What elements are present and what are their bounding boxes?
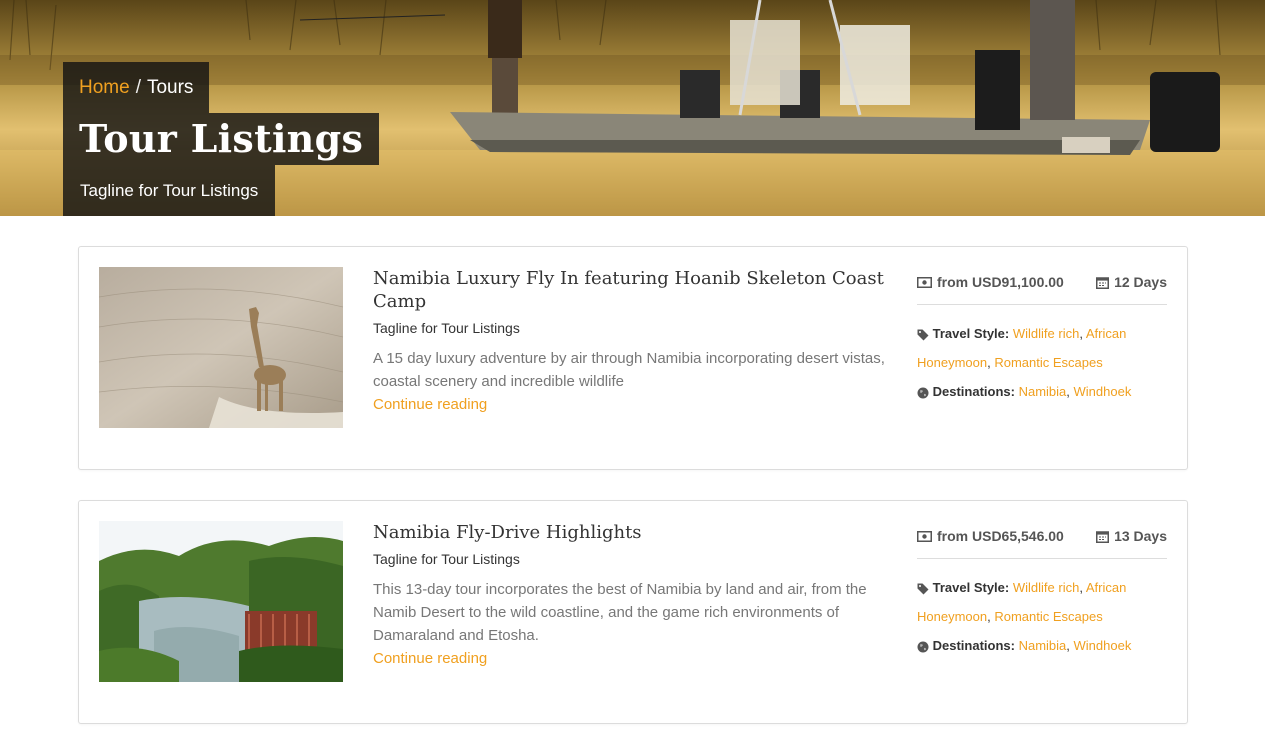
breadcrumb-home-link[interactable]: Home [79,77,130,99]
tour-thumbnail[interactable] [99,267,343,428]
continue-reading-link[interactable]: Continue reading [373,393,487,416]
travel-style-link[interactable]: Wildlife rich [1013,326,1079,341]
meta-divider [917,558,1167,559]
continue-reading-link[interactable]: Continue reading [373,647,487,670]
tour-price-text: from USD65,546.00 [937,528,1064,544]
tour-thumbnail[interactable] [99,521,343,682]
page-title: Tour Listings [63,113,380,165]
tour-excerpt: This 13-day tour incorporates the best o… [373,581,867,644]
tour-card: Namibia Luxury Fly In featuring Hoanib S… [78,246,1188,470]
destination-link[interactable]: Windhoek [1074,638,1132,653]
tour-duration: 12 Days [1096,274,1167,290]
tour-duration-text: 12 Days [1114,274,1167,290]
tour-price-text: from USD91,100.00 [937,274,1064,290]
tour-tagline: Tagline for Tour Listings [373,320,520,336]
destination-link[interactable]: Namibia [1019,638,1067,653]
destinations-row: Destinations: Namibia, Windhoek [917,377,1167,406]
travel-style-link[interactable]: Romantic Escapes [994,609,1102,624]
destinations-row: Destinations: Namibia, Windhoek [917,631,1167,660]
tour-price: from USD91,100.00 [917,274,1064,290]
breadcrumb: Home / Tours [63,62,210,113]
river-vegetation-photo [99,521,343,682]
tour-duration: 13 Days [1096,528,1167,544]
destination-link[interactable]: Namibia [1019,384,1067,399]
tour-price: from USD65,546.00 [917,528,1064,544]
tour-duration-text: 13 Days [1114,528,1167,544]
globe-icon [917,641,929,653]
tour-title-link[interactable]: Namibia Luxury Fly In featuring Hoanib S… [373,267,891,313]
travel-style-link[interactable]: Romantic Escapes [994,355,1102,370]
travel-style-row: Travel Style: Wildlife rich, African Hon… [917,326,1127,370]
travel-style-link[interactable]: Wildlife rich [1013,580,1079,595]
tag-icon [917,329,929,341]
travel-style-label: Travel Style: [932,580,1010,595]
destination-link[interactable]: Windhoek [1074,384,1132,399]
tour-card: Namibia Fly-Drive Highlights Tagline for… [78,500,1188,724]
tour-tagline: Tagline for Tour Listings [373,551,520,567]
tag-icon [917,583,929,595]
destinations-label: Destinations: [932,384,1015,399]
giraffe-desert-photo [99,267,343,428]
tour-listings: Namibia Luxury Fly In featuring Hoanib S… [78,246,1188,754]
breadcrumb-separator: / [135,76,141,98]
tour-excerpt: A 15 day luxury adventure by air through… [373,350,885,390]
meta-divider [917,304,1167,305]
tour-meta: from USD91,100.00 12 Days Travel Style: … [917,272,1167,406]
calendar-icon [1096,276,1110,289]
tour-meta: from USD65,546.00 13 Days Travel Style: … [917,526,1167,660]
page-tagline: Tagline for Tour Listings [63,165,276,216]
travel-style-row: Travel Style: Wildlife rich, African Hon… [917,580,1127,624]
globe-icon [917,387,929,399]
destinations-label: Destinations: [932,638,1015,653]
hero-banner: Home / Tours Tour Listings Tagline for T… [0,0,1265,216]
travel-style-label: Travel Style: [932,326,1010,341]
money-icon [917,276,932,288]
breadcrumb-current: Tours [146,76,194,98]
money-icon [917,530,932,542]
calendar-icon [1096,530,1110,543]
tour-title-link[interactable]: Namibia Fly-Drive Highlights [373,521,891,544]
